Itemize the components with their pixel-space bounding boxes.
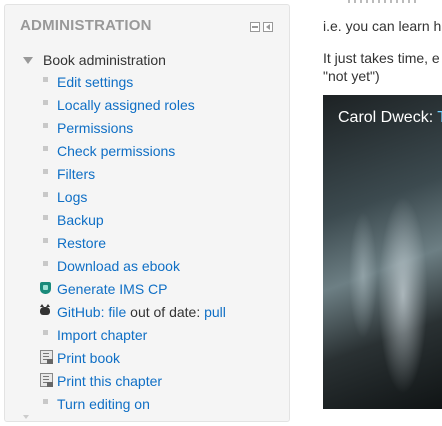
bullet-icon — [43, 330, 48, 335]
bullet-icon — [43, 192, 48, 197]
administration-block: ADMINISTRATION Book administration Edit … — [4, 4, 290, 422]
permissions-link[interactable]: Permissions — [57, 120, 133, 136]
expanded-triangle-icon — [23, 56, 33, 64]
locally-assigned-roles-link[interactable]: Locally assigned roles — [57, 97, 195, 113]
turn-editing-on-link[interactable]: Turn editing on — [57, 396, 150, 412]
print-book-link[interactable]: Print book — [57, 350, 120, 366]
video-title-accent: T — [437, 109, 442, 126]
embedded-video[interactable]: Carol Dweck: T — [323, 95, 442, 409]
bullet-icon — [43, 238, 48, 243]
dock-block-icon[interactable] — [250, 22, 260, 32]
list-item: Filters — [5, 163, 289, 186]
bullet-icon — [43, 261, 48, 266]
restore-link[interactable]: Restore — [57, 235, 106, 251]
check-permissions-link[interactable]: Check permissions — [57, 143, 175, 159]
generate-ims-cp-link[interactable]: Generate IMS CP — [57, 281, 168, 297]
list-item: Check permissions — [5, 140, 289, 163]
list-item: Edit settings — [5, 71, 289, 94]
content-text-line: i.e. you can learn h — [323, 18, 442, 34]
print-book-icon — [40, 350, 54, 364]
import-chapter-link[interactable]: Import chapter — [57, 327, 147, 343]
bullet-icon — [43, 146, 48, 151]
download-as-ebook-link[interactable]: Download as ebook — [57, 258, 180, 274]
bullet-icon — [43, 399, 48, 404]
filters-link[interactable]: Filters — [57, 166, 95, 182]
list-item: GitHub: file out of date: pull — [5, 301, 289, 324]
list-item: Download as ebook — [5, 255, 289, 278]
list-item: Print book — [5, 347, 289, 370]
list-item: Print this chapter — [5, 370, 289, 393]
list-item: Locally assigned roles — [5, 94, 289, 117]
github-status-text: out of date: — [130, 304, 201, 320]
list-item: Logs — [5, 186, 289, 209]
bullet-icon — [43, 169, 48, 174]
print-chapter-icon — [40, 373, 54, 387]
ims-package-icon — [40, 281, 54, 295]
list-item: Turn editing on — [5, 393, 289, 416]
video-title: Carol Dweck: T — [338, 109, 442, 127]
bullet-icon — [43, 215, 48, 220]
block-title: ADMINISTRATION — [20, 17, 152, 34]
print-this-chapter-link[interactable]: Print this chapter — [57, 373, 162, 389]
github-octocat-icon — [40, 304, 54, 318]
admin-tree-list: Edit settings Locally assigned roles Per… — [5, 71, 289, 416]
content-text-line: It just takes time, e — [323, 50, 440, 66]
tree-root-label: Book administration — [43, 52, 166, 68]
edit-settings-link[interactable]: Edit settings — [57, 74, 133, 90]
cut-off-text-top — [348, 0, 418, 3]
bullet-icon — [43, 77, 48, 82]
list-item: Generate IMS CP — [5, 278, 289, 301]
list-item: Import chapter — [5, 324, 289, 347]
backup-link[interactable]: Backup — [57, 212, 104, 228]
logs-link[interactable]: Logs — [57, 189, 87, 205]
list-item: Permissions — [5, 117, 289, 140]
tree-root-book-administration[interactable]: Book administration — [23, 52, 166, 68]
content-text-line: "not yet") — [323, 68, 380, 84]
block-header: ADMINISTRATION — [5, 5, 289, 45]
video-title-main: Carol Dweck: — [338, 109, 438, 126]
collapsed-triangle-icon[interactable] — [23, 415, 29, 419]
list-item: Backup — [5, 209, 289, 232]
bullet-icon — [43, 100, 48, 105]
collapse-block-icon[interactable] — [263, 22, 273, 32]
list-item: Restore — [5, 232, 289, 255]
github-pull-link[interactable]: pull — [204, 304, 226, 320]
github-file-link[interactable]: file — [108, 304, 126, 320]
github-link[interactable]: GitHub: — [57, 304, 104, 320]
bullet-icon — [43, 123, 48, 128]
